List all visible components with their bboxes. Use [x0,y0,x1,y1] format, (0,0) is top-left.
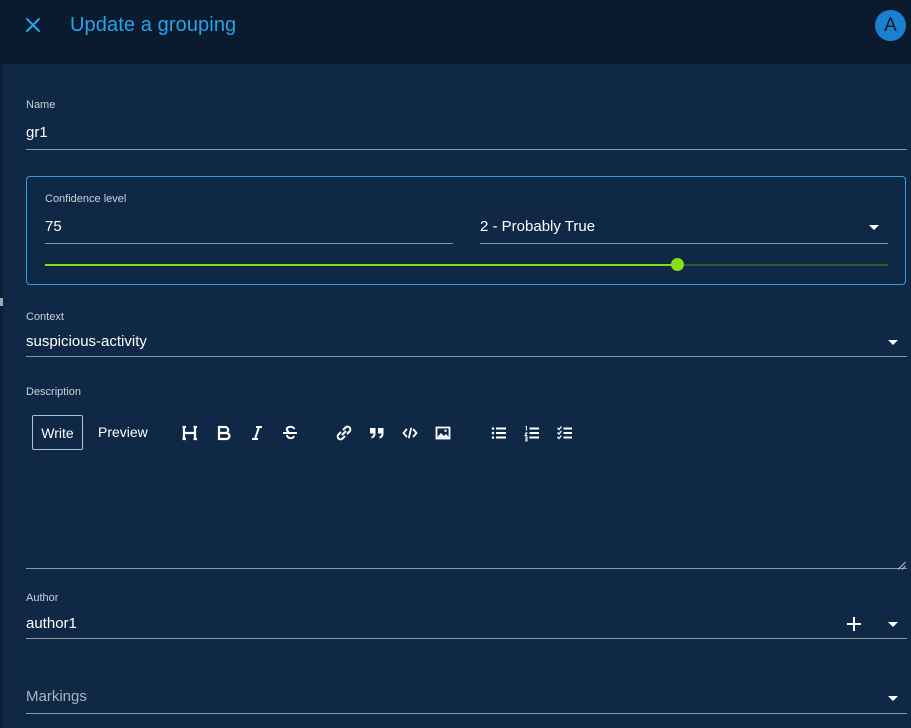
confidence-slider[interactable] [45,258,888,271]
confidence-level-box [26,176,906,285]
name-label: Name [26,99,56,111]
code-button[interactable] [401,424,419,442]
drawer-title: Update a grouping [70,14,237,36]
confidence-value-underline [45,243,453,244]
numbered-list-icon[interactable] [523,424,541,442]
bulleted-list-button[interactable] [490,424,508,442]
confidence-level-dropdown-icon[interactable] [869,225,879,230]
backdrop-edge [0,0,3,728]
confidence-value-input[interactable]: 75 [45,218,62,235]
name-underline [26,149,907,150]
preview-tab-button[interactable]: Preview [98,415,148,450]
markings-select[interactable]: Markings [26,688,87,705]
bold-button[interactable] [215,424,233,442]
checklist-icon[interactable] [556,424,574,442]
heading-button[interactable] [181,424,199,442]
confidence-label: Confidence level [45,193,127,205]
strikethrough-button[interactable] [281,424,299,442]
plus-icon[interactable] [845,615,863,633]
drawer-header: Update a grouping A [0,0,911,64]
description-underline [26,568,907,569]
checklist-button[interactable] [556,424,574,442]
confidence-slider-fill [45,264,678,266]
user-avatar[interactable]: A [875,10,906,41]
resize-grip-icon[interactable] [897,557,906,570]
link-button[interactable] [335,424,353,442]
author-underline [26,638,907,639]
markings-dropdown-icon[interactable] [888,696,898,701]
context-underline [26,356,907,357]
author-dropdown-icon[interactable] [888,622,898,627]
name-input[interactable]: gr1 [26,124,48,141]
italic-button[interactable] [248,424,266,442]
image-icon[interactable] [434,424,452,442]
link-icon[interactable] [335,424,353,442]
author-label: Author [26,592,59,604]
context-label: Context [26,311,64,323]
description-textarea[interactable] [26,455,907,568]
image-button[interactable] [434,424,452,442]
author-select[interactable]: author1 [26,615,77,632]
heading-icon[interactable] [181,424,199,442]
quote-icon[interactable] [368,424,386,442]
italic-icon[interactable] [248,424,266,442]
write-tab-button[interactable]: Write [32,415,83,450]
markings-underline [26,713,907,714]
confidence-level-select[interactable]: 2 - Probably True [480,218,595,235]
add-author-button[interactable] [845,615,863,633]
confidence-level-underline [480,243,888,244]
close-icon[interactable] [24,16,44,36]
update-grouping-drawer: Update a grouping A Name gr1 Confidence … [0,0,911,728]
bulleted-list-icon[interactable] [490,424,508,442]
close-button[interactable] [24,16,44,36]
strikethrough-icon[interactable] [281,424,299,442]
backdrop-edge-mark [0,298,3,306]
context-dropdown-icon[interactable] [888,340,898,345]
numbered-list-button[interactable] [523,424,541,442]
code-icon[interactable] [401,424,419,442]
quote-button[interactable] [368,424,386,442]
bold-icon[interactable] [215,424,233,442]
context-select[interactable]: suspicious-activity [26,333,147,350]
description-label: Description [26,386,82,398]
